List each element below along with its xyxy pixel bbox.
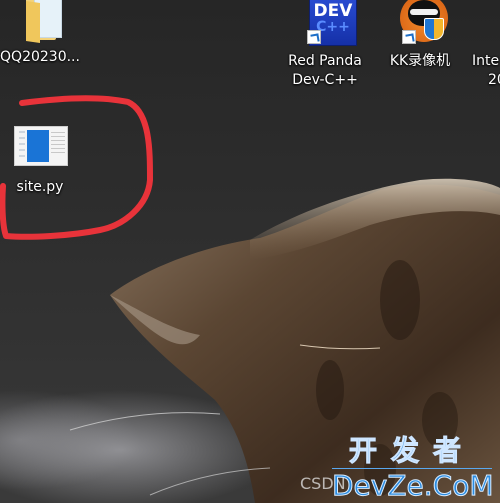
devcpp-icon: DEV C++ [299,0,357,48]
shortcut-arrow-icon [402,30,416,44]
wallpaper-cat [69,178,500,503]
shortcut-arrow-icon [307,30,321,44]
desktop-icon-qq-folder[interactable]: QQ20230... [0,0,80,67]
icon-label: Inte 20 [464,52,500,90]
icon-label-line2: 20 [488,72,500,88]
desktop-icon-site-py[interactable]: site.py [0,124,80,197]
icon-label-line1: Inte [472,53,500,69]
icon-label: Red Panda Dev-C++ [285,52,365,90]
watermark-english: DevZe.CoM [332,469,495,502]
icon-label: KK录像机 [389,53,451,69]
kk-recorder-icon [394,0,448,48]
folder-icon [14,0,66,44]
icon-label-line2: Dev-C++ [292,72,358,88]
python-file-icon [12,124,68,168]
icon-label: site.py [16,179,64,195]
desktop-icon-intellij[interactable]: Inte 20 [464,0,500,90]
desktop-icon-red-panda-devcpp[interactable]: DEV C++ Red Panda Dev-C++ [285,0,365,90]
icon-label: QQ20230... [0,49,80,65]
desktop-icon-kk-recorder[interactable]: KK录像机 [380,0,460,71]
intellij-icon [478,0,500,48]
watermark-chinese: 开发者 [348,434,475,467]
desktop[interactable]: QQ20230... DEV C++ Red Panda Dev-C++ KK录… [0,0,500,503]
icon-label-line1: Red Panda [288,53,362,69]
devze-watermark: 开发者 DevZe.CoM [332,434,495,502]
